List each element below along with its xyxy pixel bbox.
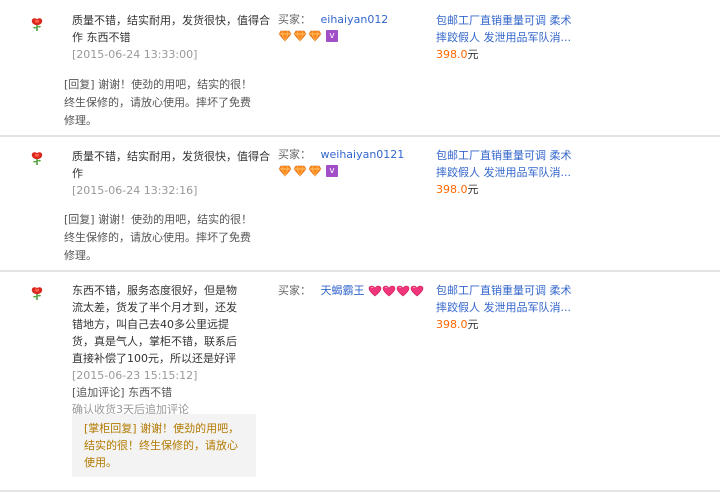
rose-icon [29, 285, 45, 301]
buyer-rank: v [278, 164, 338, 178]
row-divider [0, 135, 720, 137]
price-value: 398.0 [436, 183, 468, 196]
price-value: 398.0 [436, 318, 468, 331]
buyer-rank: v [278, 29, 338, 43]
review-date: [2015-06-24 13:32:16] [72, 184, 198, 197]
heart-icon [410, 285, 424, 297]
review-text: 质量不错，结实耐用，发货很快，值得合作 东西不错 [72, 14, 270, 44]
seller-reply-box: [掌柜回复] 谢谢！使劲的用吧，结实的很！终生保修的，请放心使用。 [72, 414, 256, 477]
diamond-icon [293, 30, 307, 42]
buyer-info: 买家： eihaiyan012 [278, 12, 388, 28]
reply-text: [回复] 谢谢！使劲的用吧，结实的很！终生保修的，请放心使用。摔坏了免费修理。 [64, 213, 253, 262]
buyer-name-link[interactable]: eihaiyan012 [321, 13, 389, 26]
product-link[interactable]: 包邮工厂直销重量可调 柔术摔跤假人 发泄用品军队消... [436, 12, 576, 46]
row-divider [0, 270, 720, 272]
diamond-icon [308, 165, 322, 177]
buyer-label: 买家： [278, 284, 311, 297]
review-content: 东西不错，服务态度很好，但是物流太差，货发了半个月才到，还发错地方，叫自己去40… [72, 282, 244, 418]
price-value: 398.0 [436, 48, 468, 61]
buyer-label: 买家： [278, 148, 311, 161]
review-date: [2015-06-23 15:15:12] [72, 369, 198, 382]
product-info: 包邮工厂直销重量可调 柔术摔跤假人 发泄用品军队消... 398.0元 [436, 147, 576, 198]
review-text: 质量不错，结实耐用，发货很快，值得合作 [72, 150, 270, 180]
rose-icon [29, 150, 45, 166]
buyer-info: 买家： 天蝎霸王 [278, 283, 424, 299]
price-line: 398.0元 [436, 181, 576, 198]
product-link[interactable]: 包邮工厂直销重量可调 柔术摔跤假人 发泄用品军队消... [436, 147, 576, 181]
seller-reply-text: [掌柜回复] 谢谢！使劲的用吧，结实的很！终生保修的，请放心使用。 [84, 422, 240, 469]
product-info: 包邮工厂直销重量可调 柔术摔跤假人 发泄用品军队消... 398.0元 [436, 12, 576, 63]
review-content: 质量不错，结实耐用，发货很快，值得合作 [2015-06-24 13:32:16… [72, 148, 272, 199]
product-link[interactable]: 包邮工厂直销重量可调 柔术摔跤假人 发泄用品军队消... [436, 282, 576, 316]
diamond-icon [293, 165, 307, 177]
heart-icon [382, 285, 396, 297]
diamond-icon [308, 30, 322, 42]
vip-icon: v [326, 165, 338, 177]
diamond-icon [278, 165, 292, 177]
vip-icon: v [326, 30, 338, 42]
rose-icon [29, 16, 45, 32]
buyer-name-link[interactable]: 天蝎霸王 [321, 284, 365, 297]
currency-label: 元 [467, 48, 479, 61]
heart-icon [396, 285, 410, 297]
heart-icon [368, 285, 382, 297]
review-text: 东西不错，服务态度很好，但是物流太差，货发了半个月才到，还发错地方，叫自己去40… [72, 284, 237, 365]
currency-label: 元 [467, 318, 479, 331]
price-line: 398.0元 [436, 316, 576, 333]
currency-label: 元 [467, 183, 479, 196]
reply-text: [回复] 谢谢！使劲的用吧，结实的很！终生保修的，请放心使用。摔坏了免费修理。 [64, 78, 253, 127]
buyer-name-link[interactable]: weihaiyan0121 [321, 148, 405, 161]
append-review-text: [追加评论] 东西不错 [72, 386, 173, 399]
diamond-icon [278, 30, 292, 42]
buyer-label: 买家： [278, 13, 311, 26]
review-date: [2015-06-24 13:33:00] [72, 48, 198, 61]
buyer-info: 买家： weihaiyan0121 [278, 147, 404, 163]
price-line: 398.0元 [436, 46, 576, 63]
review-content: 质量不错，结实耐用，发货很快，值得合作 东西不错 [2015-06-24 13:… [72, 12, 272, 63]
row-divider [0, 490, 720, 492]
product-info: 包邮工厂直销重量可调 柔术摔跤假人 发泄用品军队消... 398.0元 [436, 282, 576, 333]
